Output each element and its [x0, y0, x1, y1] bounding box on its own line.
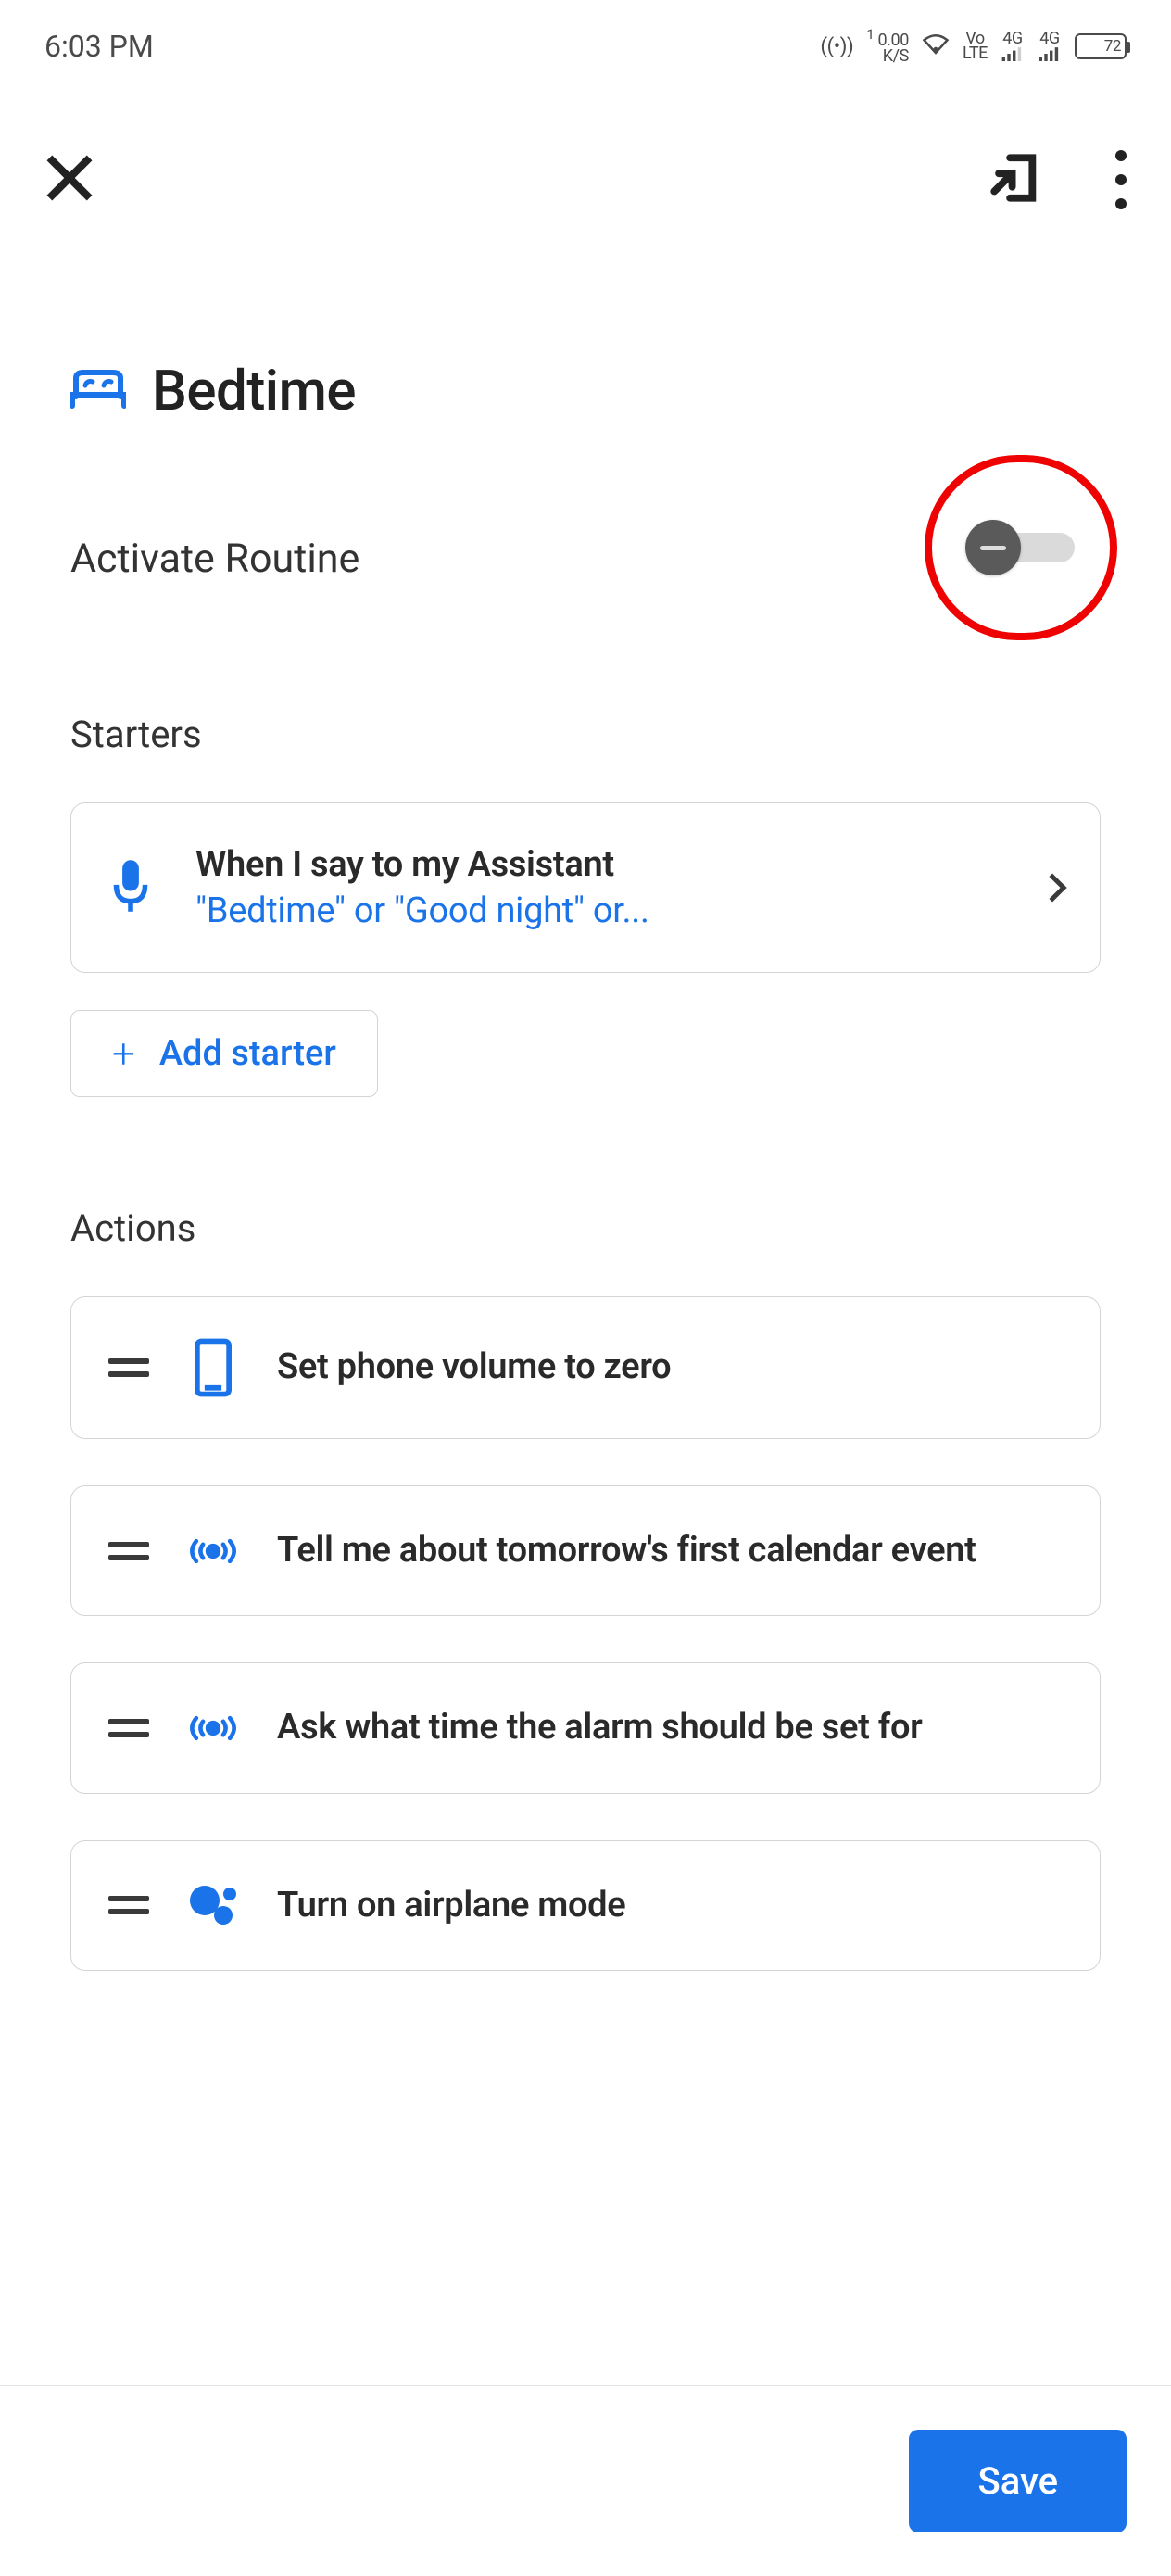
bottom-bar: Save [0, 2385, 1171, 2576]
broadcast-icon [186, 1528, 240, 1574]
volte-icon: VoLTE [963, 32, 988, 61]
action-card[interactable]: Turn on airplane mode [70, 1840, 1101, 1971]
activate-label: Activate Routine [70, 536, 359, 582]
wifi-icon [922, 32, 950, 60]
starter-title: When I say to my Assistant [195, 844, 1000, 885]
activate-row: Activate Routine [70, 423, 1101, 640]
drag-handle-icon[interactable] [108, 1358, 149, 1377]
status-icons: ((•)) 1 0.00 K/S VoLTE 4G 4G 72 [821, 29, 1127, 63]
activate-toggle[interactable] [965, 520, 1077, 575]
action-label: Set phone volume to zero [277, 1344, 1063, 1391]
chevron-right-icon [1038, 873, 1066, 902]
more-menu-button[interactable] [1115, 150, 1127, 209]
actions-heading: Actions [70, 1097, 1101, 1250]
data-speed: 1 0.00 K/S [866, 29, 909, 63]
status-time: 6:03 PM [44, 29, 154, 64]
action-card[interactable]: Tell me about tomorrow's first calendar … [70, 1485, 1101, 1616]
action-label: Turn on airplane mode [277, 1882, 1063, 1929]
hotspot-icon: ((•)) [821, 35, 854, 58]
voice-starter-card[interactable]: When I say to my Assistant "Bedtime" or … [70, 802, 1101, 973]
phone-icon [186, 1338, 240, 1397]
add-starter-label: Add starter [159, 1033, 336, 1074]
battery-icon: 72 [1075, 33, 1127, 59]
close-button[interactable] [44, 153, 94, 207]
page-title: Bedtime [152, 358, 356, 423]
signal2-icon: 4G [1038, 32, 1062, 61]
routine-title-row: Bedtime [70, 246, 1101, 423]
broadcast-icon [186, 1705, 240, 1751]
assistant-icon [186, 1884, 240, 1926]
action-label: Ask what time the alarm should be set fo… [277, 1704, 1063, 1751]
plus-icon: + [112, 1042, 135, 1066]
highlight-circle [925, 455, 1117, 640]
starter-subtitle: "Bedtime" or "Good night" or... [195, 885, 1000, 931]
signal1-icon: 4G [1001, 32, 1025, 61]
action-card[interactable]: Ask what time the alarm should be set fo… [70, 1662, 1101, 1793]
status-bar: 6:03 PM ((•)) 1 0.00 K/S VoLTE 4G 4G 72 [0, 0, 1171, 85]
toolbar [0, 85, 1171, 246]
drag-handle-icon[interactable] [108, 1719, 149, 1737]
add-starter-button[interactable]: + Add starter [70, 1010, 378, 1097]
content: Bedtime Activate Routine Starters When I… [0, 246, 1171, 1971]
action-label: Tell me about tomorrow's first calendar … [277, 1527, 1063, 1574]
drag-handle-icon[interactable] [108, 1542, 149, 1560]
starters-heading: Starters [70, 640, 1101, 756]
add-shortcut-button[interactable] [988, 151, 1041, 208]
save-button[interactable]: Save [909, 2430, 1127, 2532]
drag-handle-icon[interactable] [108, 1896, 149, 1914]
mic-icon [108, 858, 153, 917]
action-card[interactable]: Set phone volume to zero [70, 1296, 1101, 1439]
bed-icon [70, 367, 126, 415]
save-label: Save [977, 2459, 1058, 2503]
